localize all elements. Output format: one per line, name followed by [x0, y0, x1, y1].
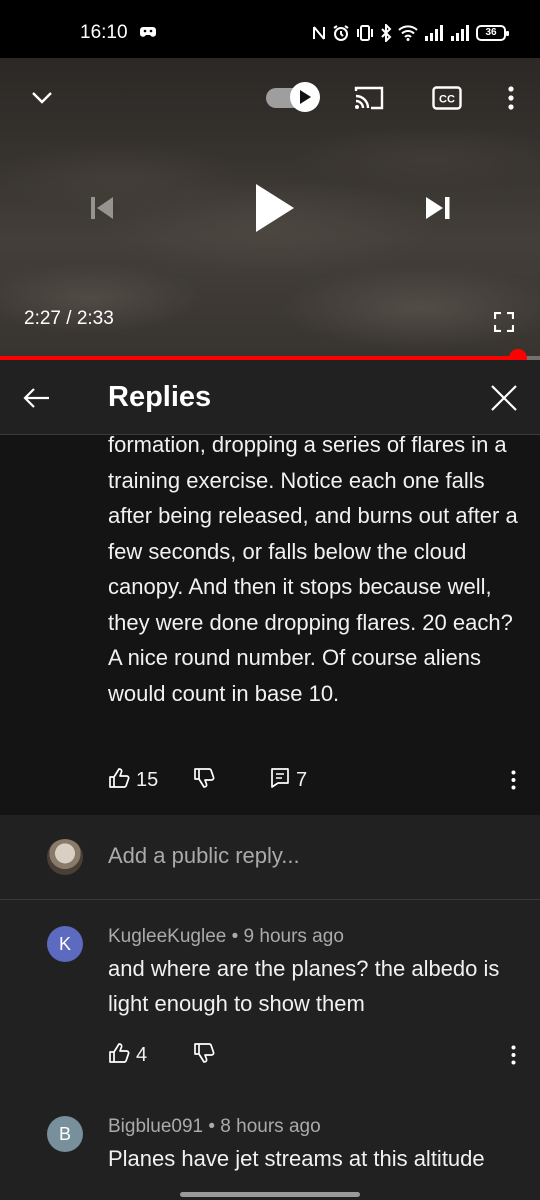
bluetooth-icon — [380, 24, 392, 42]
parent-replies-button[interactable]: 7 — [270, 765, 307, 795]
wifi-icon — [398, 25, 418, 41]
reply-more-icon[interactable] — [501, 1040, 525, 1070]
reply-input[interactable] — [108, 843, 508, 869]
reply-dislike-button[interactable] — [193, 1040, 215, 1070]
battery-icon: 36 — [476, 25, 509, 41]
thumbs-up-icon — [108, 1042, 130, 1069]
video-player[interactable]: CC 2:27 / 2:33 — [0, 58, 540, 360]
reply-item: B Bigblue091 • 8 hours ago Planes have j… — [0, 1090, 540, 1200]
signal-icon-1 — [424, 25, 444, 41]
status-time: 16:10 — [80, 22, 128, 43]
skip-previous-icon — [84, 190, 120, 226]
svg-text:CC: CC — [439, 94, 455, 106]
autoplay-play-icon — [290, 82, 320, 112]
play-icon[interactable] — [244, 178, 304, 238]
home-indicator[interactable] — [180, 1192, 360, 1197]
parent-like-button[interactable]: 15 — [108, 765, 158, 795]
comment-meta: Bigblue091 • 8 hours ago — [108, 1116, 321, 1137]
comment-text: and where are the planes? the albedo is … — [108, 956, 500, 1016]
more-vert-icon[interactable] — [498, 80, 524, 116]
parent-more-icon[interactable] — [501, 765, 525, 795]
parent-like-count: 15 — [136, 768, 159, 791]
reply-item: K KugleeKuglee • 9 hours ago and where a… — [0, 900, 540, 1090]
thumbs-down-icon — [193, 767, 215, 794]
parent-dislike-button[interactable] — [193, 765, 215, 795]
fullscreen-icon[interactable] — [490, 308, 518, 336]
comment-text: Planes have jet streams at this altitude — [108, 1146, 485, 1171]
reply-like-button[interactable]: 4 — [108, 1040, 147, 1070]
game-controller-icon — [139, 24, 157, 40]
avatar — [47, 839, 83, 875]
thumbs-down-icon — [193, 1042, 215, 1069]
cast-icon[interactable] — [350, 82, 388, 114]
time-readout: 2:27 / 2:33 — [24, 308, 114, 329]
page-title: Replies — [108, 381, 212, 413]
vibrate-icon — [356, 25, 374, 41]
add-reply-box — [0, 815, 540, 900]
comment-meta: KugleeKuglee • 9 hours ago — [108, 926, 344, 947]
avatar[interactable]: B — [47, 1116, 83, 1152]
autoplay-toggle[interactable] — [266, 82, 322, 112]
reply-like-count: 4 — [136, 1043, 148, 1066]
skip-next-icon[interactable] — [418, 190, 458, 226]
parent-replies-count: 7 — [296, 768, 308, 791]
close-icon[interactable] — [486, 380, 522, 416]
signal-icon-2 — [450, 25, 470, 41]
avatar[interactable]: K — [47, 926, 83, 962]
comment-icon — [270, 767, 290, 794]
parent-comment: formation, dropping a series of flares i… — [0, 435, 540, 815]
cc-icon[interactable]: CC — [428, 82, 466, 114]
back-arrow-icon[interactable] — [18, 380, 54, 416]
status-icons: 36 — [312, 22, 509, 44]
chevron-down-icon[interactable] — [24, 80, 60, 116]
thumbs-up-icon — [108, 767, 130, 794]
alarm-icon — [332, 24, 350, 42]
parent-comment-text: formation, dropping a series of flares i… — [108, 435, 518, 706]
nfc-icon — [312, 25, 326, 41]
replies-header: Replies — [0, 360, 540, 435]
status-bar: 16:10 36 — [0, 0, 540, 58]
